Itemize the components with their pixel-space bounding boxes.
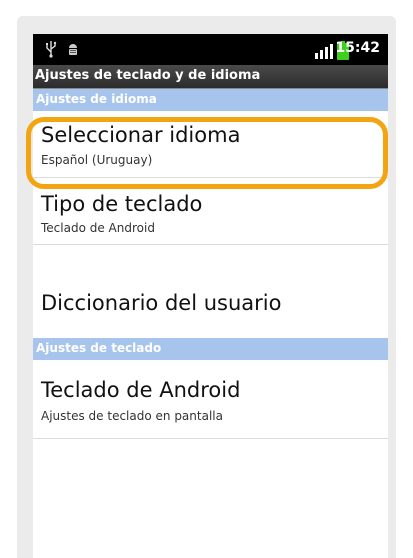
section-header-label: Ajustes de teclado — [36, 341, 162, 355]
status-bar: 15:42 — [33, 34, 388, 65]
list-item-title: Teclado de Android — [41, 378, 241, 402]
list-item-user-dictionary[interactable]: Diccionario del usuario — [33, 245, 388, 337]
list-item-title: Seleccionar idioma — [41, 123, 241, 147]
status-clock: 15:42 — [335, 40, 380, 56]
phone-screen: 15:42 Ajustes de teclado y de idioma Aju… — [33, 34, 388, 558]
list-item-android-keyboard[interactable]: Teclado de Android Ajustes de teclado en… — [33, 360, 388, 439]
list-item-subtitle: Ajustes de teclado en pantalla — [41, 409, 223, 423]
title-bar: Ajustes de teclado y de idioma — [33, 65, 388, 89]
page-title: Ajustes de teclado y de idioma — [35, 68, 261, 83]
list-item-select-language[interactable]: Seleccionar idioma Español (Uruguay) — [33, 111, 388, 178]
usb-icon — [46, 41, 57, 58]
list-item-subtitle: Español (Uruguay) — [41, 153, 153, 167]
list-item-subtitle: Teclado de Android — [41, 221, 155, 235]
list-item-title: Diccionario del usuario — [41, 291, 282, 315]
section-header-language: Ajustes de idioma — [33, 89, 388, 111]
android-debug-icon — [69, 44, 77, 55]
section-header-keyboard: Ajustes de teclado — [33, 338, 388, 360]
signal-icon — [315, 44, 333, 59]
list-item-keyboard-type[interactable]: Tipo de teclado Teclado de Android — [33, 178, 388, 245]
section-header-label: Ajustes de idioma — [36, 92, 157, 106]
list-item-title: Tipo de teclado — [41, 192, 203, 216]
